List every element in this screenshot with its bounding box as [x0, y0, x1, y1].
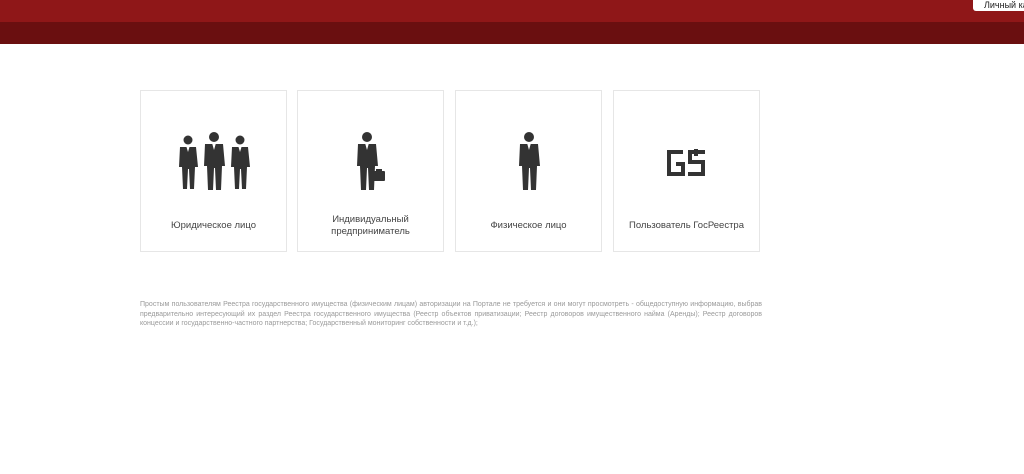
card-label: Индивидуальный предприниматель	[331, 214, 410, 237]
header-bar	[0, 0, 1024, 22]
card-label: Пользователь ГосРеестра	[629, 220, 744, 231]
group-of-people-icon	[141, 129, 286, 191]
card-label: Юридическое лицо	[171, 220, 256, 231]
card-legal-entity[interactable]: Юридическое лицо	[140, 90, 287, 252]
info-text: Простым пользователям Реестра государств…	[140, 301, 762, 328]
card-individual-entrepreneur[interactable]: Индивидуальный предприниматель	[297, 90, 444, 252]
gosreestr-logo-icon	[614, 143, 759, 183]
businessman-with-briefcase-icon	[298, 129, 443, 191]
card-label: Физическое лицо	[490, 220, 567, 231]
personal-account-button[interactable]: Личный кабинет	[973, 0, 1024, 11]
header-subbar	[0, 22, 1024, 44]
person-icon	[456, 129, 601, 191]
card-gosreestr-user[interactable]: Пользователь ГосРеестра	[613, 90, 760, 252]
card-individual[interactable]: Физическое лицо	[455, 90, 602, 252]
